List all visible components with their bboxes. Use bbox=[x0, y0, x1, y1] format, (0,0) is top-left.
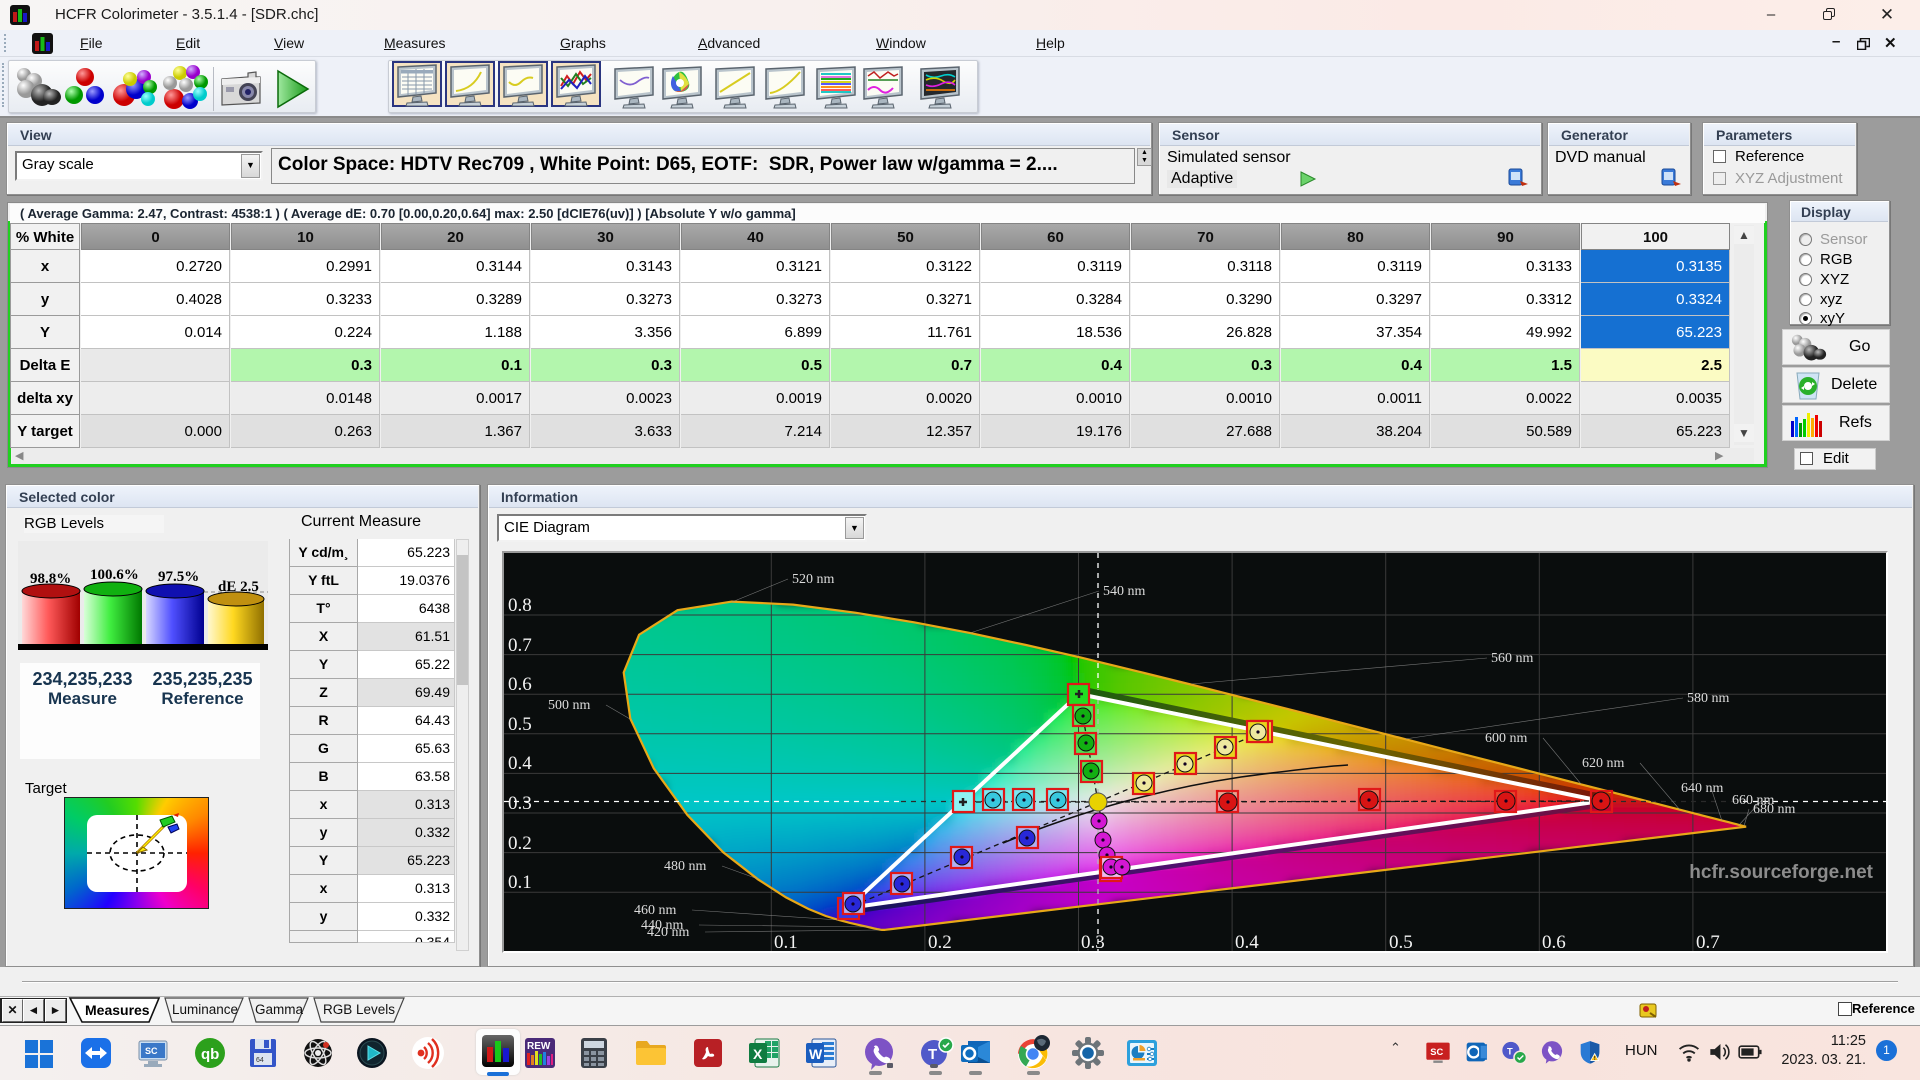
svg-text:97.5%: 97.5% bbox=[158, 569, 199, 585]
svg-text:560 nm: 560 nm bbox=[1491, 651, 1534, 666]
svg-text:0.5: 0.5 bbox=[508, 714, 532, 735]
svg-text:REW: REW bbox=[527, 1041, 551, 1052]
svg-text:100.6%: 100.6% bbox=[90, 567, 139, 583]
svg-text:620 nm: 620 nm bbox=[1582, 756, 1625, 771]
svg-text:0.5: 0.5 bbox=[1389, 932, 1413, 951]
svg-text:0.6: 0.6 bbox=[1542, 932, 1566, 951]
svg-text:520 nm: 520 nm bbox=[792, 572, 835, 587]
svg-text:SC: SC bbox=[1430, 1047, 1443, 1057]
svg-text:0.1: 0.1 bbox=[508, 872, 532, 893]
svg-text:0.3: 0.3 bbox=[1081, 932, 1105, 951]
svg-text:qb: qb bbox=[201, 1046, 219, 1063]
svg-text:64: 64 bbox=[256, 1057, 264, 1064]
svg-text:W: W bbox=[809, 1046, 823, 1062]
svg-text:Measures: Measures bbox=[85, 1002, 150, 1018]
svg-text:500 nm: 500 nm bbox=[548, 698, 591, 713]
svg-text:580 nm: 580 nm bbox=[1687, 691, 1730, 706]
svg-text:680 nm: 680 nm bbox=[1753, 802, 1796, 817]
svg-text:0.8: 0.8 bbox=[508, 595, 532, 616]
svg-text:hcfr.sourceforge.net: hcfr.sourceforge.net bbox=[1689, 862, 1873, 883]
svg-text:0.7: 0.7 bbox=[1696, 932, 1720, 951]
svg-text:0.4: 0.4 bbox=[508, 753, 532, 774]
svg-text:X: X bbox=[753, 1046, 763, 1062]
svg-text:540 nm: 540 nm bbox=[1103, 584, 1146, 599]
svg-text:0.7: 0.7 bbox=[508, 635, 532, 656]
svg-text:0.2: 0.2 bbox=[508, 833, 532, 854]
svg-text:!: ! bbox=[1594, 1056, 1596, 1062]
svg-text:0.2: 0.2 bbox=[928, 932, 952, 951]
svg-text:460 nm: 460 nm bbox=[634, 903, 677, 918]
svg-text:T: T bbox=[1507, 1046, 1513, 1056]
svg-text:0.4: 0.4 bbox=[1235, 932, 1259, 951]
svg-text:T: T bbox=[928, 1046, 937, 1063]
svg-text:600 nm: 600 nm bbox=[1485, 731, 1528, 746]
svg-text:Luminance: Luminance bbox=[172, 1002, 238, 1017]
svg-text:0.6: 0.6 bbox=[508, 674, 532, 695]
svg-text:Gamma: Gamma bbox=[255, 1002, 304, 1017]
svg-text:640 nm: 640 nm bbox=[1681, 781, 1724, 796]
svg-text:0.3: 0.3 bbox=[508, 793, 532, 814]
svg-text:480 nm: 480 nm bbox=[664, 859, 707, 874]
svg-text:RGB Levels: RGB Levels bbox=[323, 1002, 395, 1017]
svg-text:0.1: 0.1 bbox=[774, 932, 798, 951]
svg-text:SC: SC bbox=[145, 1046, 158, 1056]
svg-text:420 nm: 420 nm bbox=[647, 925, 690, 940]
